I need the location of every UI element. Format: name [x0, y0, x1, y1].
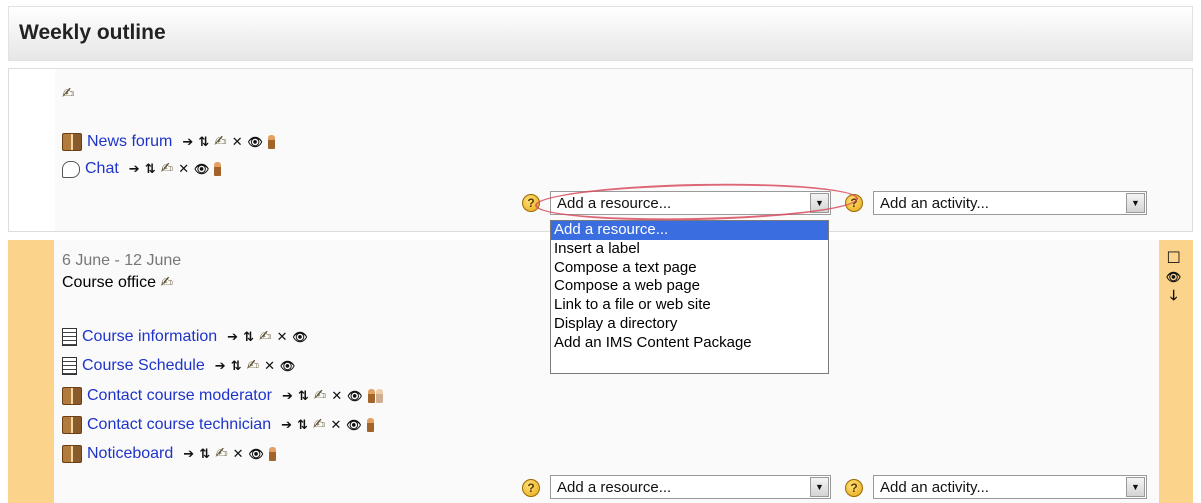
help-icon[interactable]: ?	[845, 479, 863, 497]
move-icon[interactable]: ➔	[282, 389, 293, 403]
show-icon[interactable]: 👁	[346, 418, 361, 432]
dropdown-option[interactable]: Compose a web page	[551, 277, 828, 296]
show-icon[interactable]: 👁	[249, 447, 264, 461]
activity-row: Course Schedule ➔ ⇅ ✍ ✕ 👁	[62, 356, 295, 376]
groupmode-icon[interactable]	[214, 162, 222, 176]
forum-icon	[62, 133, 82, 151]
section-summary: Course office ✍	[62, 274, 174, 291]
chevron-down-icon[interactable]: ▼	[1126, 193, 1145, 213]
delete-icon[interactable]: ✕	[178, 162, 189, 176]
show-icon[interactable]: 👁	[1166, 270, 1181, 284]
move-icon[interactable]: ➔	[227, 330, 238, 344]
page-title: Weekly outline	[19, 21, 166, 44]
section-date: 6 June - 12 June	[62, 252, 182, 269]
resource-icon	[62, 357, 77, 375]
chat-icon	[62, 160, 80, 178]
dropdown-option[interactable]: Add a resource...	[551, 221, 828, 240]
resource-icon	[62, 328, 77, 346]
groupmode-icon[interactable]	[267, 135, 275, 149]
forum-icon	[62, 416, 82, 434]
groupmode-icon[interactable]	[375, 389, 383, 403]
delete-icon[interactable]: ✕	[331, 418, 342, 432]
dropdown-option[interactable]: Display a directory	[551, 315, 828, 334]
course-information-link[interactable]: Course information	[82, 328, 217, 346]
show-icon[interactable]: 👁	[292, 330, 307, 344]
edit-summary-icon[interactable]: ✍	[160, 274, 173, 291]
move-icon[interactable]: ➔	[281, 418, 292, 432]
move-updown-icon[interactable]: ⇅	[243, 330, 254, 344]
add-resource-dropdown-list: Add a resource... Insert a label Compose…	[550, 220, 829, 374]
move-icon[interactable]: ➔	[183, 447, 194, 461]
show-icon[interactable]: 👁	[194, 162, 209, 176]
move-icon[interactable]: ➔	[215, 359, 226, 373]
add-resource-select[interactable]: Add a resource... ▼	[550, 475, 831, 499]
dropdown-option[interactable]: Link to a file or web site	[551, 296, 828, 315]
delete-icon[interactable]: ✕	[233, 447, 244, 461]
chevron-down-icon[interactable]: ▼	[1126, 477, 1145, 497]
delete-icon[interactable]: ✕	[331, 389, 342, 403]
edit-icon[interactable]: ✍	[247, 358, 260, 373]
move-updown-icon[interactable]: ⇅	[199, 447, 210, 461]
move-icon[interactable]: ➔	[182, 135, 193, 149]
course-schedule-link[interactable]: Course Schedule	[82, 357, 205, 375]
move-updown-icon[interactable]: ⇅	[298, 389, 309, 403]
move-updown-icon[interactable]: ⇅	[297, 418, 308, 432]
edit-icon[interactable]: ✍	[259, 329, 272, 344]
forum-icon	[62, 387, 82, 405]
contact-technician-link[interactable]: Contact course technician	[87, 416, 271, 434]
activity-row: Contact course technician ➔ ⇅ ✍ ✕ 👁	[62, 415, 374, 435]
edit-icon[interactable]: ✍	[215, 446, 228, 461]
section-controls: ☐ 👁 🡓	[1166, 251, 1181, 303]
activity-row: News forum ➔ ⇅ ✍ ✕ 👁	[62, 132, 275, 152]
move-updown-icon[interactable]: ⇅	[231, 359, 242, 373]
edit-icon[interactable]: ✍	[161, 161, 174, 176]
dropdown-option[interactable]: Insert a label	[551, 240, 828, 259]
noticeboard-link[interactable]: Noticeboard	[87, 445, 173, 463]
groupmode-icon[interactable]	[367, 389, 375, 403]
dropdown-option[interactable]: Add an IMS Content Package	[551, 334, 828, 353]
dropdown-option[interactable]: Compose a text page	[551, 259, 828, 278]
contact-moderator-link[interactable]: Contact course moderator	[87, 387, 272, 405]
delete-icon[interactable]: ✕	[277, 330, 288, 344]
edit-icon[interactable]: ✍	[214, 134, 227, 149]
section-1-left	[8, 240, 54, 503]
delete-icon[interactable]: ✕	[232, 135, 243, 149]
section-0-right	[1158, 69, 1192, 231]
help-icon[interactable]: ?	[522, 479, 540, 497]
edit-icon[interactable]: ✍	[314, 388, 327, 403]
chat-link[interactable]: Chat	[85, 160, 119, 178]
add-activity-select[interactable]: Add an activity... ▼	[873, 191, 1147, 215]
move-updown-icon[interactable]: ⇅	[198, 135, 209, 149]
section-0-left	[9, 69, 55, 231]
move-updown-icon[interactable]: ⇅	[145, 162, 156, 176]
activity-row: Noticeboard ➔ ⇅ ✍ ✕ 👁	[62, 444, 276, 464]
add-activity-select[interactable]: Add an activity... ▼	[873, 475, 1147, 499]
weekly-outline-header: Weekly outline	[8, 6, 1193, 61]
delete-icon[interactable]: ✕	[264, 359, 275, 373]
forum-icon	[62, 445, 82, 463]
show-icon[interactable]: 👁	[347, 389, 362, 403]
show-icon[interactable]: 👁	[248, 135, 263, 149]
groupmode-icon[interactable]	[268, 447, 276, 461]
move-down-icon[interactable]: 🡓	[1170, 288, 1177, 302]
move-icon[interactable]: ➔	[129, 162, 140, 176]
groupmode-icon[interactable]	[366, 418, 374, 432]
chevron-down-icon[interactable]: ▼	[810, 477, 829, 497]
show-icon[interactable]: 👁	[280, 359, 295, 373]
highlight-icon[interactable]: ☐	[1166, 251, 1180, 267]
activity-row: Contact course moderator ➔ ⇅ ✍ ✕ 👁	[62, 386, 383, 406]
activity-row: Course information ➔ ⇅ ✍ ✕ 👁	[62, 327, 308, 347]
edit-icon[interactable]: ✍	[313, 417, 326, 432]
edit-summary-icon[interactable]: ✍	[62, 84, 75, 102]
news-forum-link[interactable]: News forum	[87, 133, 172, 151]
activity-row: Chat ➔ ⇅ ✍ ✕ 👁	[62, 159, 222, 179]
